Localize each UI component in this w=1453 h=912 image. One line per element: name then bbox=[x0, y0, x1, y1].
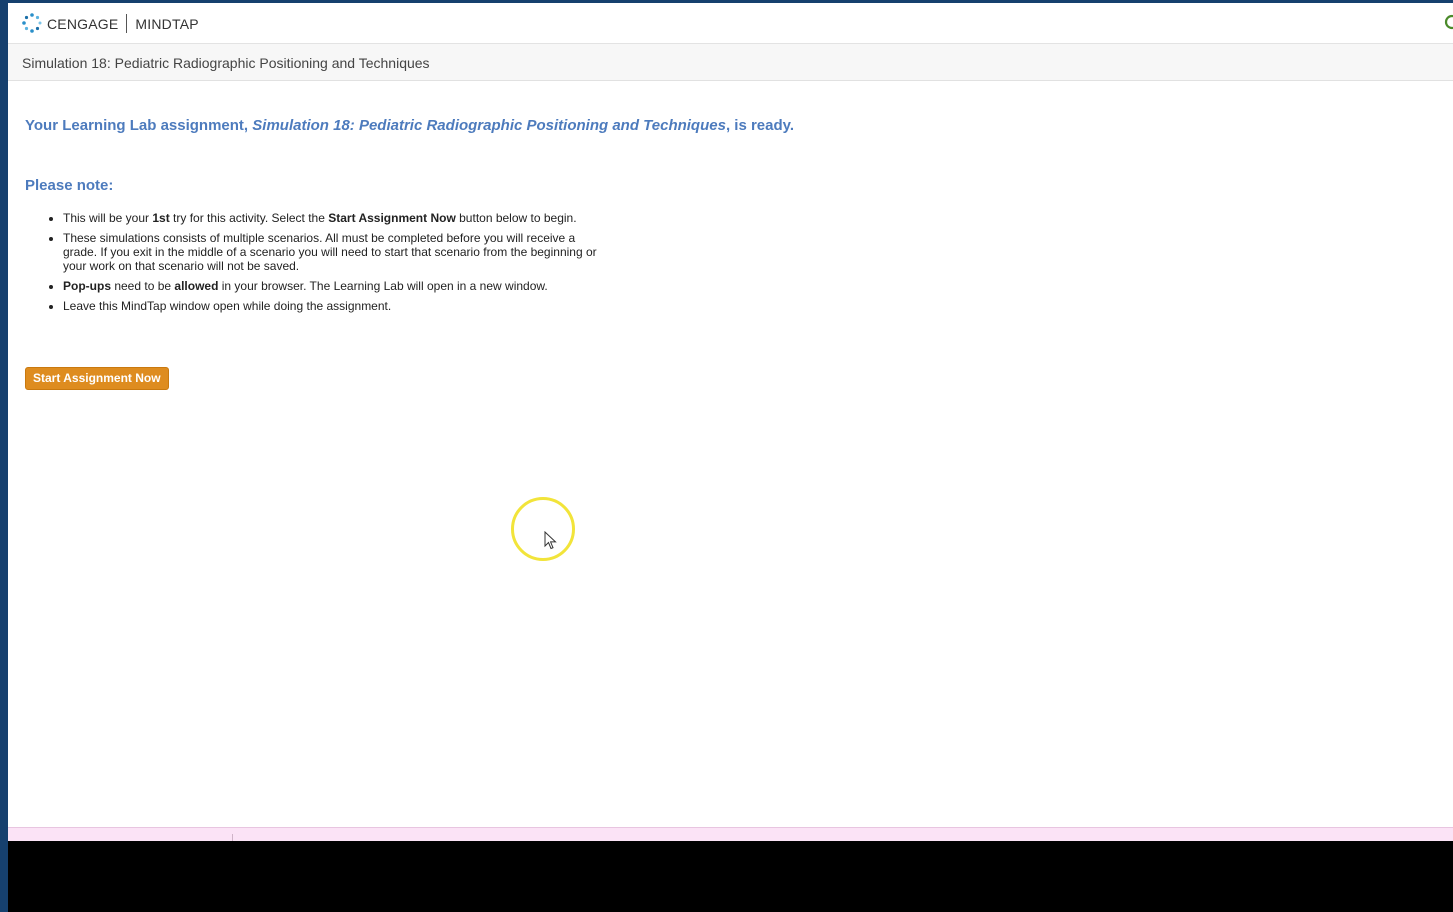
note-text: in your browser. The Learning Lab will o… bbox=[218, 279, 548, 293]
note-text: button below to begin. bbox=[455, 211, 577, 225]
list-item: Leave this MindTap window open while doi… bbox=[63, 299, 603, 313]
cengage-logo-icon bbox=[22, 13, 42, 33]
top-header: CENGAGE MINDTAP bbox=[8, 3, 1453, 44]
assignment-titlebar: Simulation 18: Pediatric Radiographic Po… bbox=[8, 44, 1453, 81]
bottom-black-bar bbox=[8, 841, 1453, 912]
note-bold: Start Assignment Now bbox=[328, 211, 456, 225]
footer-strip bbox=[8, 827, 1453, 841]
brand-mindtap: MINDTAP bbox=[135, 15, 199, 32]
ready-suffix: , is ready. bbox=[725, 117, 795, 134]
list-item: This will be your 1st try for this activ… bbox=[63, 211, 603, 225]
list-item: Pop-ups need to be allowed in your brows… bbox=[63, 279, 603, 293]
ready-assignment-title: Simulation 18: Pediatric Radiographic Po… bbox=[252, 117, 726, 134]
please-note-heading: Please note: bbox=[25, 177, 114, 194]
mouse-pointer-icon bbox=[544, 531, 557, 550]
brand-divider bbox=[126, 14, 128, 33]
brand-wordmark[interactable]: CENGAGE MINDTAP bbox=[47, 14, 199, 33]
note-text: need to be bbox=[111, 279, 175, 293]
list-item: These simulations consists of multiple s… bbox=[63, 231, 603, 273]
partial-refresh-icon[interactable] bbox=[1443, 13, 1453, 31]
footer-divider bbox=[232, 834, 233, 841]
page-title: Simulation 18: Pediatric Radiographic Po… bbox=[22, 55, 430, 71]
ready-prefix: Your Learning Lab assignment, bbox=[25, 117, 253, 134]
note-text: Leave this MindTap window open while doi… bbox=[63, 299, 392, 313]
start-assignment-button[interactable]: Start Assignment Now bbox=[25, 367, 169, 390]
note-bold: 1st bbox=[152, 211, 170, 225]
note-bold: allowed bbox=[174, 279, 219, 293]
app-frame: CENGAGE MINDTAP Simulation 18: Pediatric… bbox=[8, 3, 1453, 841]
notes-list: This will be your 1st try for this activ… bbox=[25, 211, 603, 319]
cursor-highlight-ring bbox=[511, 497, 575, 561]
brand-cengage: CENGAGE bbox=[47, 15, 119, 32]
note-text: These simulations consists of multiple s… bbox=[63, 231, 597, 273]
ready-message: Your Learning Lab assignment, Simulation… bbox=[25, 117, 1425, 134]
note-text: This will be your bbox=[63, 211, 153, 225]
note-bold: Pop-ups bbox=[63, 279, 111, 293]
assignment-content: Your Learning Lab assignment, Simulation… bbox=[25, 117, 1425, 390]
note-text: try for this activity. Select the bbox=[169, 211, 329, 225]
